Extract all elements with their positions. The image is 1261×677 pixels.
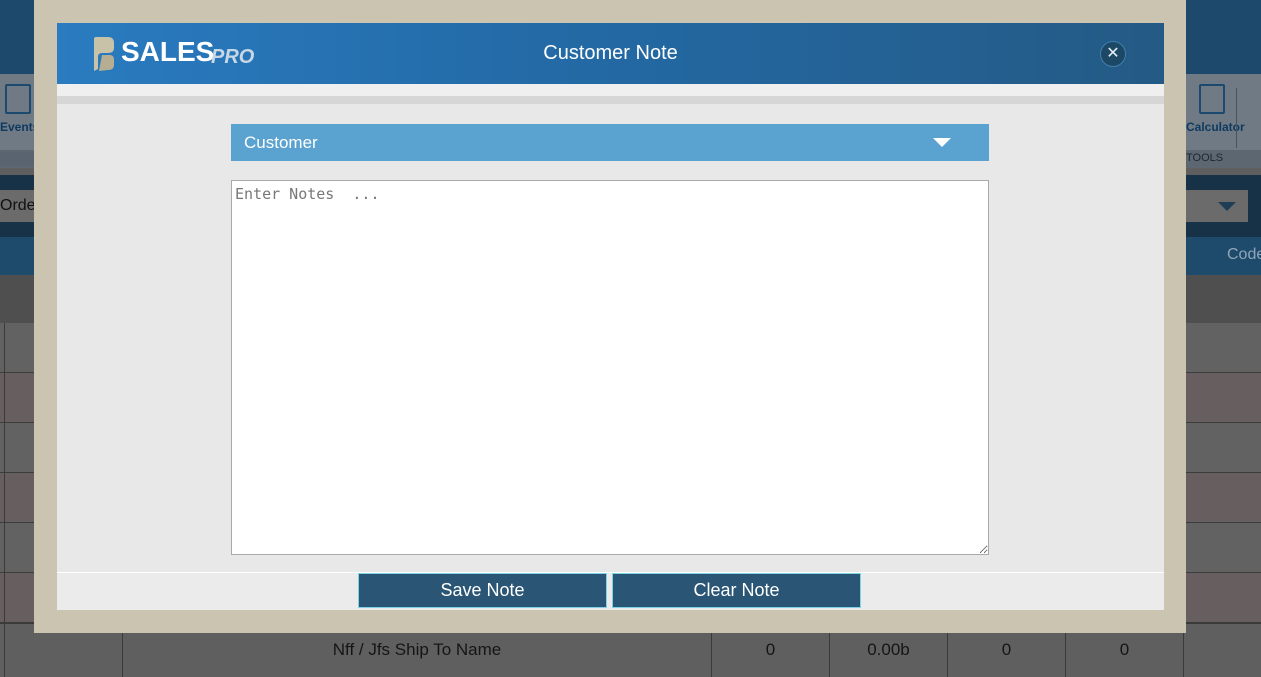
order-select[interactable] [1186,190,1248,222]
close-icon: ✕ [1106,45,1120,62]
ribbon-events-button[interactable]: Events [0,78,39,134]
caret-down-icon [933,138,951,147]
customer-select[interactable]: Customer [231,124,989,161]
ribbon-group-left [0,152,34,166]
order-type-field[interactable]: Order [0,190,34,222]
save-note-button[interactable]: Save Note [358,573,607,608]
customer-note-modal: SALES PRO Customer Note ✕ Customer Save … [57,23,1164,610]
calculator-icon [1199,84,1225,114]
grid-line [4,323,5,623]
table-cell [1183,624,1261,677]
clear-note-button[interactable]: Clear Note [612,573,861,608]
close-button[interactable]: ✕ [1100,41,1126,67]
chevron-down-icon [1218,202,1236,211]
ribbon-separator [1236,88,1237,148]
modal-divider [57,96,1164,104]
ribbon-calculator-button[interactable]: Calculator [1186,78,1245,134]
modal-divider [57,84,1164,96]
events-icon [5,84,31,114]
notes-textarea[interactable] [231,180,989,555]
modal-footer [57,572,1164,610]
column-header-code[interactable]: Code [1227,246,1261,264]
ribbon-tools-group-label: TOOLS [1186,152,1224,164]
modal-title: Customer Note [543,42,678,64]
customer-select-value: Customer [244,133,318,152]
modal-header: SALES PRO Customer Note ✕ [57,23,1164,84]
